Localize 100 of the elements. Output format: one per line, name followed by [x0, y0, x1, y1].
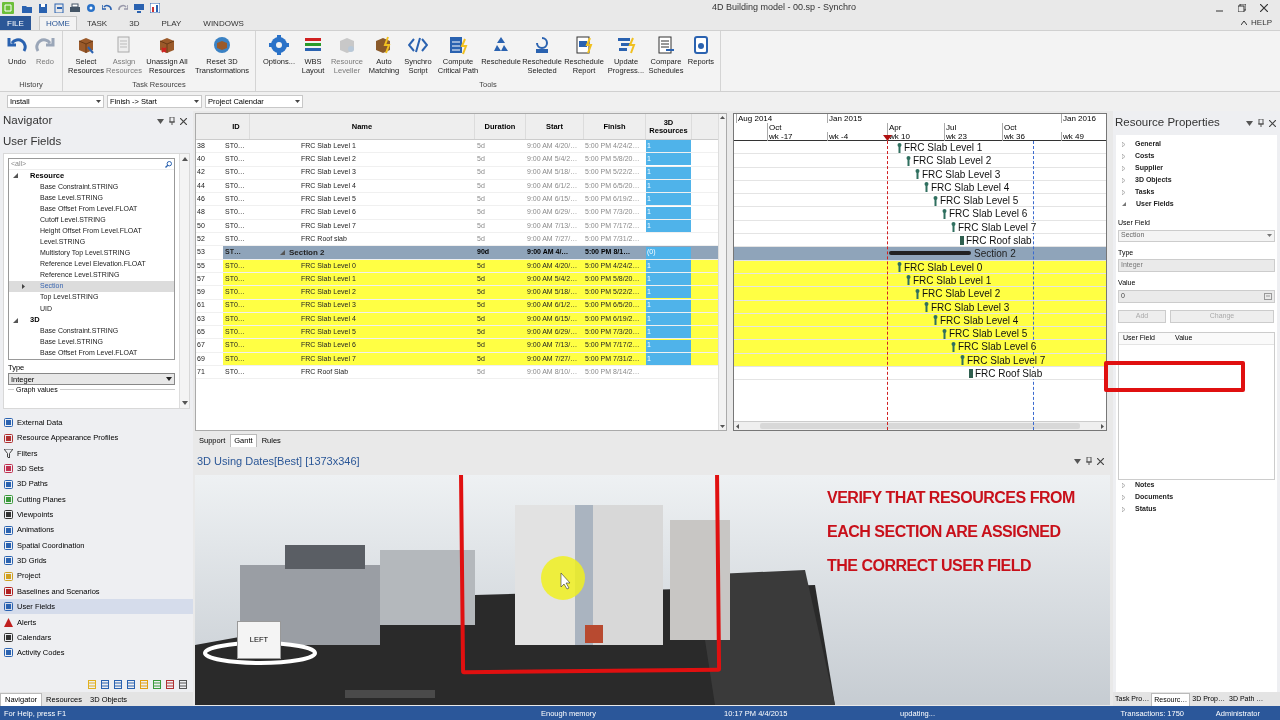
- section-heading: User Fields: [3, 134, 62, 150]
- save-icon[interactable]: [38, 3, 48, 13]
- tile-icon: [4, 556, 13, 566]
- tool-icon[interactable]: [114, 680, 122, 689]
- expand-arrow-icon: [1122, 507, 1125, 512]
- gantt-label: FRC Slab Level 3: [931, 301, 1010, 313]
- annotation-text: VERIFY THAT RESOURCES FROM: [827, 488, 1075, 508]
- collapse-arrow-icon[interactable]: [280, 250, 285, 255]
- timeline-label: Jan 2016: [1061, 114, 1096, 123]
- tile-icon: [4, 464, 13, 474]
- print-icon[interactable]: [70, 3, 80, 13]
- import-icon[interactable]: [54, 3, 64, 13]
- menu-tab[interactable]: PLAY: [155, 16, 188, 30]
- tool-icon[interactable]: [127, 680, 135, 689]
- tool-icon[interactable]: [101, 680, 109, 689]
- scrollbar[interactable]: [718, 114, 726, 430]
- annotation-text: EACH SECTION ARE ASSIGNED: [827, 522, 1062, 542]
- gantt-label: FRC Roof Slab: [975, 368, 1043, 380]
- tile-icon: [4, 540, 13, 550]
- pin-icon[interactable]: [1086, 457, 1092, 465]
- tool-icon[interactable]: [179, 680, 187, 689]
- tile-icon: [4, 525, 13, 535]
- menu-tab[interactable]: FILE: [0, 16, 31, 30]
- summary-bar[interactable]: [889, 251, 971, 256]
- table-cell: Section 2: [289, 246, 325, 259]
- gantt-row[interactable]: FRC Roof slab: [734, 234, 1106, 248]
- pin-icon: [897, 262, 902, 273]
- gantt-row[interactable]: FRC Slab Level 2: [734, 287, 1106, 301]
- pin-icon: [960, 355, 965, 366]
- gantt-row[interactable]: Section 2: [734, 247, 1106, 261]
- close-icon[interactable]: [180, 117, 187, 125]
- timeline-label: Apr: [887, 123, 902, 132]
- box-icon: [212, 35, 232, 55]
- gantt-row[interactable]: FRC Slab Level 6: [734, 207, 1106, 221]
- gantt-label: FRC Slab Level 6: [949, 208, 1028, 220]
- tile-icon: [4, 571, 13, 581]
- pin-icon: [906, 275, 911, 286]
- expand-arrow-icon: [22, 284, 25, 290]
- gantt-row[interactable]: FRC Slab Level 1: [734, 141, 1106, 155]
- panel-title: Resource Properties: [1115, 115, 1220, 131]
- gantt-label: FRC Slab Level 7: [967, 354, 1046, 366]
- search-icon: [165, 160, 172, 168]
- close-icon[interactable]: [1269, 119, 1276, 127]
- menu-tab[interactable]: TASK: [80, 16, 114, 30]
- scrollbar[interactable]: [734, 421, 1106, 430]
- timeline-label: Oct: [1002, 123, 1017, 132]
- pin-icon: [942, 328, 947, 339]
- gantt-row[interactable]: FRC Roof Slab: [734, 367, 1106, 381]
- gear-icon[interactable]: [86, 3, 96, 13]
- gantt-label: FRC Slab Level 1: [904, 142, 983, 153]
- gantt-label: FRC Slab Level 7: [958, 221, 1037, 233]
- folder-icon[interactable]: [22, 3, 32, 13]
- dropdown-icon[interactable]: [1074, 458, 1081, 464]
- gantt-label: FRC Slab Level 1: [913, 274, 992, 286]
- gantt-row[interactable]: FRC Slab Level 6: [734, 340, 1106, 354]
- pin-icon[interactable]: [169, 117, 175, 125]
- box-icon: [337, 35, 357, 55]
- pin-icon: [933, 315, 938, 326]
- gantt-row[interactable]: FRC Slab Level 2: [734, 154, 1106, 168]
- tool-icon[interactable]: [166, 680, 174, 689]
- gantt-row[interactable]: FRC Slab Level 5: [734, 327, 1106, 341]
- help-button[interactable]: HELP: [1241, 16, 1280, 30]
- chart-icon[interactable]: [150, 3, 160, 13]
- scroll-left-icon: [736, 423, 739, 429]
- dropdown-arrow-icon: [295, 100, 300, 103]
- bars-icon: [616, 35, 636, 55]
- scroll-down-icon: [720, 425, 725, 428]
- pin-icon: [933, 195, 938, 206]
- monitor-icon[interactable]: [134, 3, 144, 13]
- scrollbar[interactable]: [179, 154, 189, 408]
- collapse-arrow-icon: [13, 173, 18, 179]
- timeline-label: Jul: [944, 123, 957, 132]
- timeline-label: Oct: [767, 123, 782, 132]
- gantt-label: FRC Slab Level 4: [931, 181, 1010, 193]
- pin-icon: [924, 302, 929, 313]
- restore-icon[interactable]: [1238, 4, 1246, 12]
- gantt-row[interactable]: FRC Slab Level 5: [734, 194, 1106, 208]
- close-icon[interactable]: [1260, 4, 1268, 12]
- dropdown-icon[interactable]: [157, 118, 164, 124]
- menu-tab[interactable]: 3D: [123, 16, 146, 30]
- gantt-label: FRC Slab Level 3: [922, 168, 1001, 180]
- menu-tab[interactable]: HOME: [38, 16, 77, 30]
- timeline-label: Jan 2015: [827, 114, 862, 123]
- gear-icon: [269, 35, 289, 55]
- pin-icon: [951, 222, 956, 233]
- pin-icon[interactable]: [1258, 119, 1264, 127]
- code-icon: [408, 35, 428, 55]
- tile-icon: [4, 494, 13, 504]
- menu-tab[interactable]: WINDOWS: [197, 16, 250, 30]
- close-icon[interactable]: [1097, 457, 1104, 465]
- dropdown-icon[interactable]: [1246, 120, 1253, 126]
- undo-icon[interactable]: [102, 3, 112, 13]
- pin-icon: [924, 182, 929, 193]
- gantt-label: FRC Slab Level 2: [922, 288, 1001, 300]
- tool-icon[interactable]: [153, 680, 161, 689]
- tile-icon: [4, 479, 13, 489]
- calculator-icon: [448, 35, 468, 55]
- scroll-up-icon: [720, 116, 725, 119]
- pin-icon: [906, 155, 911, 166]
- caret-up-icon: [1241, 21, 1248, 25]
